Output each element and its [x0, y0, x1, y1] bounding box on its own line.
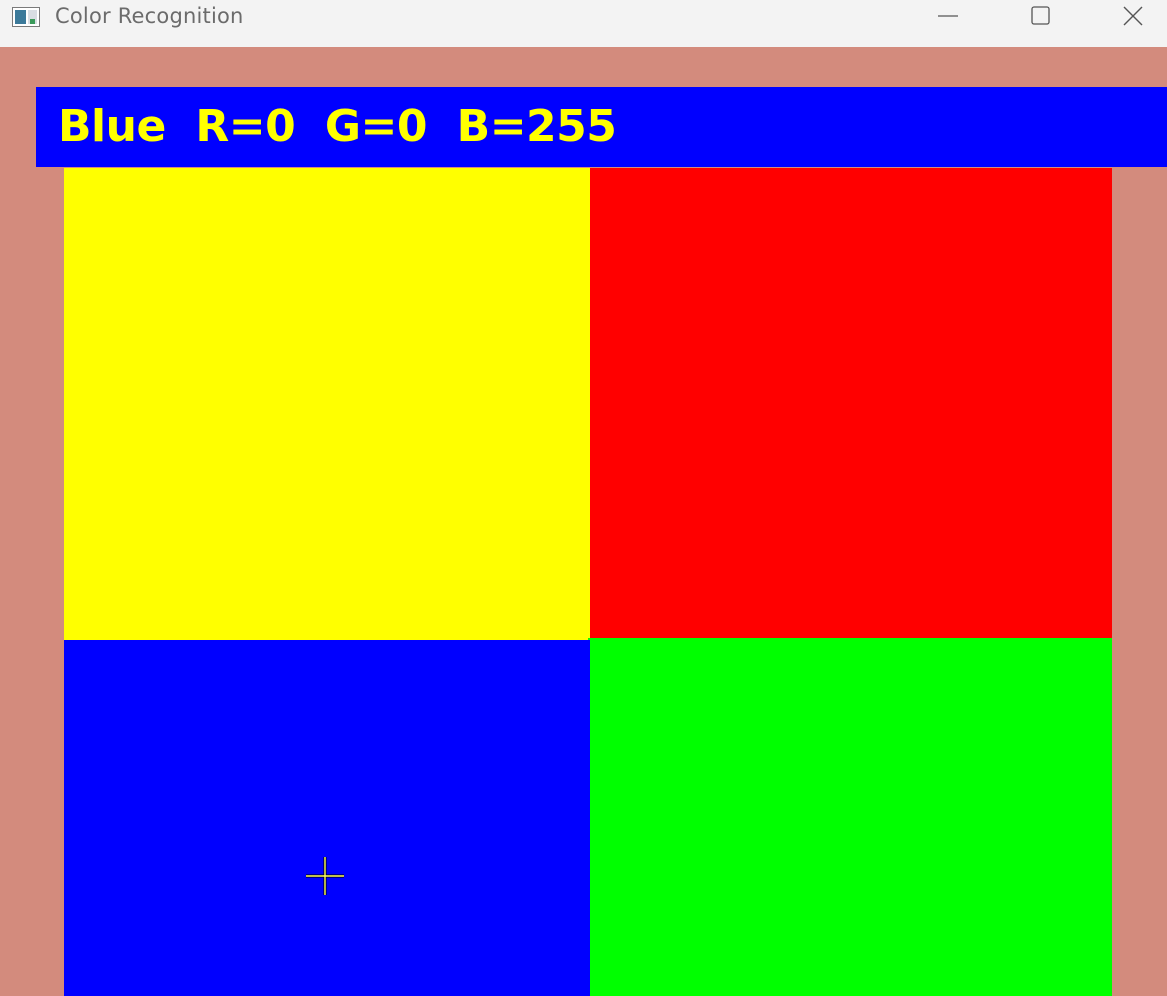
image-canvas[interactable]: Blue R=0 G=0 B=255 [0, 47, 1167, 996]
window-title: Color Recognition [55, 4, 244, 28]
yellow-quadrant[interactable] [64, 168, 592, 687]
green-quadrant[interactable] [588, 638, 1112, 996]
maximize-icon [1029, 5, 1051, 31]
blue-quadrant[interactable] [64, 640, 590, 996]
app-window: Color Recognition Blue R=0 G=0 B=255 [0, 0, 1167, 996]
title-bar[interactable]: Color Recognition [0, 0, 1167, 47]
app-window-icon [12, 7, 40, 27]
maximize-button[interactable] [1017, 0, 1063, 36]
color-readout-text: Blue R=0 G=0 B=255 [58, 101, 617, 152]
red-quadrant[interactable] [590, 168, 1112, 685]
crosshair-cursor-icon [305, 856, 345, 896]
close-button[interactable] [1110, 0, 1156, 36]
color-readout-banner: Blue R=0 G=0 B=255 [36, 87, 1167, 167]
minimize-icon [937, 5, 959, 31]
close-icon [1122, 5, 1144, 31]
minimize-button[interactable] [925, 0, 971, 36]
